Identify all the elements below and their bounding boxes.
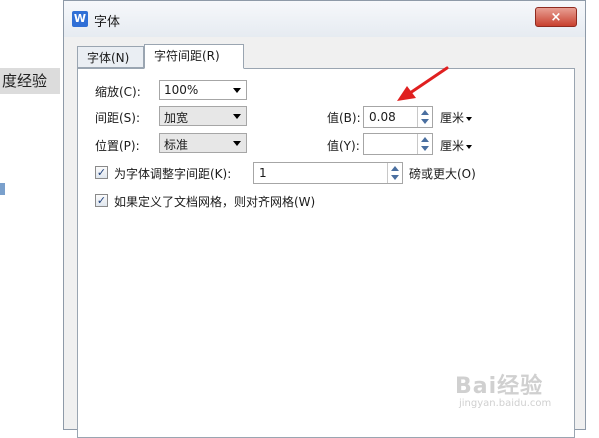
- chevron-down-icon: [233, 141, 241, 146]
- position-by-label: 值(Y):: [327, 139, 360, 153]
- scale-label: 缩放(C):: [95, 85, 141, 99]
- caret-down-icon: [466, 144, 473, 149]
- spinner-buttons[interactable]: [417, 107, 432, 127]
- wps-writer-icon: W: [72, 11, 88, 27]
- position-select[interactable]: 标准: [159, 133, 247, 153]
- spin-up-icon[interactable]: [421, 137, 429, 142]
- dialog-title: 字体: [94, 15, 121, 30]
- scale-select[interactable]: 100%: [159, 80, 247, 100]
- position-by-spinner[interactable]: [363, 133, 433, 155]
- spacing-unit-label: 厘米: [440, 111, 465, 125]
- position-unit-label: 厘米: [440, 139, 465, 153]
- spacing-by-label: 值(B):: [327, 111, 361, 125]
- spacing-value: 加宽: [164, 111, 189, 125]
- position-unit-dropdown[interactable]: 厘米: [440, 137, 473, 154]
- baidu-watermark: Bai经验 jingyan.baidu.com: [455, 364, 595, 418]
- chevron-down-icon: [233, 114, 241, 119]
- grid-align-checkbox[interactable]: ✓: [95, 194, 108, 207]
- watermark-text: Bai经验: [455, 374, 544, 399]
- position-label: 位置(P):: [95, 139, 140, 153]
- position-value: 标准: [164, 138, 189, 152]
- tab-font[interactable]: 字体(N): [77, 46, 144, 68]
- kerning-checkbox[interactable]: ✓: [95, 166, 108, 179]
- spinner-buttons[interactable]: [387, 163, 402, 183]
- kerning-value: 1: [259, 166, 267, 180]
- kerning-label: 为字体调整字间距(K):: [114, 167, 232, 181]
- scroll-indicator: [0, 183, 5, 195]
- spin-down-icon[interactable]: [421, 119, 429, 124]
- spinner-buttons[interactable]: [417, 134, 432, 154]
- spacing-label: 间距(S):: [95, 111, 141, 125]
- tab-character-spacing[interactable]: 字符间距(R): [144, 44, 244, 69]
- spin-up-icon[interactable]: [391, 166, 399, 171]
- spacing-by-spinner[interactable]: 0.08: [363, 106, 433, 128]
- close-button[interactable]: ×: [535, 7, 577, 27]
- title-bar: W 字体 ×: [64, 1, 585, 37]
- caret-down-icon: [466, 116, 473, 121]
- spin-up-icon[interactable]: [421, 110, 429, 115]
- grid-align-label: 如果定义了文档网格，则对齐网格(W): [114, 195, 316, 209]
- spacing-by-value: 0.08: [369, 110, 396, 124]
- watermark-url: jingyan.baidu.com: [459, 398, 552, 409]
- spin-down-icon[interactable]: [421, 146, 429, 151]
- kerning-suffix: 磅或更大(O): [409, 167, 476, 181]
- spacing-unit-dropdown[interactable]: 厘米: [440, 109, 473, 126]
- spin-down-icon[interactable]: [391, 175, 399, 180]
- chevron-down-icon: [233, 88, 241, 93]
- scale-value: 100%: [164, 83, 199, 97]
- background-text: 度经验: [0, 68, 60, 94]
- spacing-select[interactable]: 加宽: [159, 106, 247, 126]
- kerning-spinner[interactable]: 1: [253, 162, 403, 184]
